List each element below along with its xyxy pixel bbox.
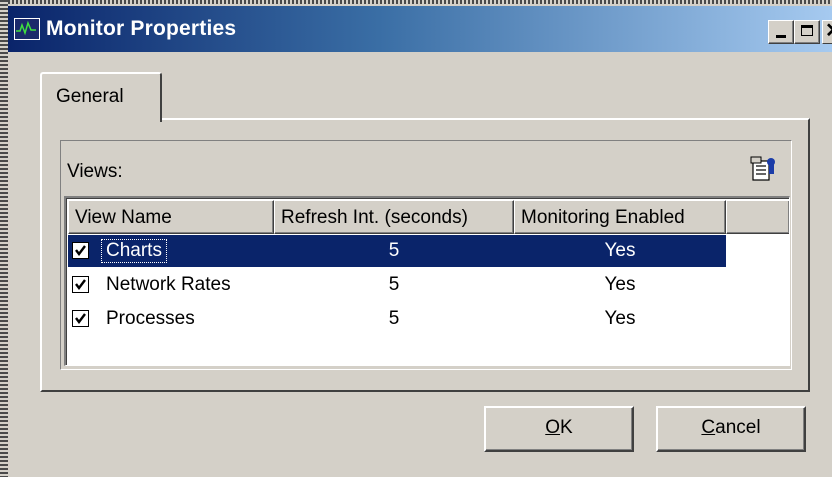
window-left-edge bbox=[0, 0, 8, 477]
column-header-monitoring-enabled[interactable]: Monitoring Enabled bbox=[514, 200, 726, 234]
properties-icon[interactable] bbox=[749, 155, 779, 183]
view-name-cell: Charts bbox=[101, 239, 167, 263]
cancel-mnemonic: C bbox=[701, 417, 716, 438]
close-button[interactable]: ✕ bbox=[822, 20, 832, 44]
refresh-interval-cell: 5 bbox=[388, 274, 400, 295]
ok-mnemonic: O bbox=[545, 417, 561, 438]
refresh-interval-cell: 5 bbox=[388, 240, 400, 261]
refresh-interval-cell: 5 bbox=[388, 308, 400, 329]
views-list[interactable]: View Name Refresh Int. (seconds) Monitor… bbox=[64, 196, 790, 366]
ok-label-rest: K bbox=[560, 417, 573, 438]
monitoring-enabled-cell: Yes bbox=[604, 240, 636, 261]
window-title: Monitor Properties bbox=[46, 17, 237, 40]
list-item[interactable]: Charts 5 Yes bbox=[68, 235, 726, 267]
list-item[interactable]: Processes 5 Yes bbox=[68, 303, 726, 335]
column-header-refresh-interval[interactable]: Refresh Int. (seconds) bbox=[274, 200, 514, 234]
view-name-cell: Network Rates bbox=[106, 274, 231, 295]
title-bar[interactable]: Monitor Properties ✕ bbox=[8, 6, 832, 52]
ok-button[interactable]: OK bbox=[484, 406, 634, 452]
cancel-label-rest: ancel bbox=[715, 417, 761, 438]
tab-general[interactable]: General bbox=[40, 72, 162, 122]
list-item[interactable]: Network Rates 5 Yes bbox=[68, 269, 726, 301]
views-label: Views: bbox=[67, 161, 123, 182]
column-header-filler[interactable] bbox=[726, 200, 789, 234]
tab-general-label: General bbox=[56, 86, 124, 107]
minimize-button[interactable] bbox=[768, 20, 794, 44]
monitoring-enabled-cell: Yes bbox=[604, 308, 636, 329]
column-header-view-name[interactable]: View Name bbox=[68, 200, 274, 234]
maximize-icon bbox=[801, 25, 813, 36]
view-enabled-checkbox[interactable] bbox=[72, 310, 89, 327]
maximize-button[interactable] bbox=[794, 20, 820, 44]
cancel-button[interactable]: Cancel bbox=[656, 406, 806, 452]
view-enabled-checkbox[interactable] bbox=[72, 242, 89, 259]
view-name-cell: Processes bbox=[106, 308, 195, 329]
minimize-icon bbox=[776, 35, 786, 38]
view-enabled-checkbox[interactable] bbox=[72, 276, 89, 293]
close-icon: ✕ bbox=[825, 20, 832, 42]
monitor-chart-icon bbox=[14, 18, 40, 40]
window-top-edge bbox=[0, 0, 832, 4]
monitoring-enabled-cell: Yes bbox=[604, 274, 636, 295]
